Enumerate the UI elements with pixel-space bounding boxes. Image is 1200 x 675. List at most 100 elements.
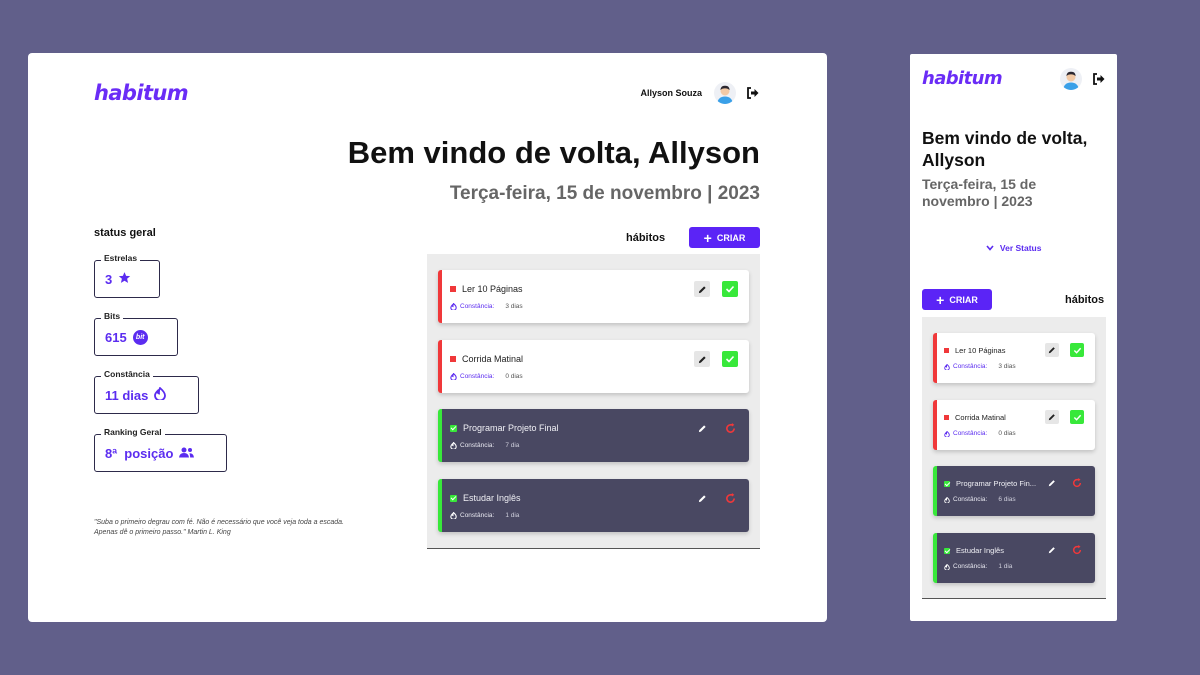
constancy-days: 0 dias: [998, 430, 1016, 437]
edit-button[interactable]: [694, 351, 710, 367]
mobile-view: habitum Bem vindo de volta, Allyson Terç…: [910, 54, 1117, 621]
refresh-icon: [725, 422, 735, 433]
logout-icon[interactable]: [746, 86, 760, 100]
complete-button[interactable]: [1070, 410, 1084, 424]
pencil-icon: [1048, 414, 1055, 421]
brand-logo[interactable]: habitum: [94, 81, 189, 105]
create-label: CRIAR: [949, 294, 978, 305]
brand-logo[interactable]: habitum: [922, 68, 1003, 89]
habit-title: Programar Projeto Final: [463, 423, 559, 433]
constancy-label: Constância:: [460, 303, 495, 310]
habit-title: Ler 10 Páginas: [462, 284, 523, 294]
edit-button[interactable]: [1045, 476, 1059, 490]
pending-square-icon: [450, 356, 456, 362]
habit-title-row: Estudar Inglês: [450, 493, 521, 503]
stat-label: Estrelas: [101, 253, 141, 263]
habit-card[interactable]: Ler 10 Páginas Constância: 3 dias: [933, 333, 1095, 383]
flame-icon: [944, 430, 950, 437]
undo-button[interactable]: [722, 420, 738, 436]
habit-title: Corrida Matinal: [462, 354, 524, 364]
constancy-label: Constância:: [953, 563, 988, 570]
flame-icon: [450, 512, 457, 519]
edit-button[interactable]: [1045, 410, 1059, 424]
complete-button[interactable]: [1070, 343, 1084, 357]
constancy-label: Constância:: [953, 430, 988, 437]
constancy-label: Constância:: [460, 442, 495, 449]
edit-button[interactable]: [694, 420, 710, 436]
habit-title-row: Programar Projeto Fin...: [944, 479, 1036, 488]
pencil-icon: [1048, 480, 1055, 487]
ver-status-toggle[interactable]: Ver Status: [910, 243, 1117, 253]
check-icon: [1073, 347, 1081, 354]
stat-value: 615: [105, 329, 127, 345]
habit-card[interactable]: Ler 10 Páginas Constância: 3 dias: [438, 270, 749, 323]
logout-icon[interactable]: [1092, 72, 1106, 86]
habit-title-row: Estudar Inglês: [944, 546, 1004, 555]
constancy-label: Constância:: [460, 512, 495, 519]
avatar[interactable]: [1060, 68, 1082, 90]
habits-list[interactable]: Ler 10 Páginas Constância: 3 dias Corrid…: [922, 317, 1106, 599]
done-check-icon: [944, 480, 950, 487]
constancy-days: 0 dias: [505, 373, 523, 380]
habit-card[interactable]: Corrida Matinal Constância: 0 dias: [438, 340, 749, 393]
undo-button[interactable]: [1070, 476, 1084, 490]
habit-title-row: Corrida Matinal: [944, 413, 1006, 422]
habit-constancy: Constância: 3 dias: [944, 363, 1016, 370]
pending-square-icon: [944, 348, 949, 353]
habit-card[interactable]: Programar Projeto Fin... Constância: 6 d…: [933, 466, 1095, 516]
stat-card-estrelas: Estrelas 3: [94, 253, 160, 298]
bit-coin-icon: bit: [132, 329, 148, 345]
stat-value: 8ª posição: [105, 445, 174, 461]
edit-button[interactable]: [694, 281, 710, 297]
pencil-icon: [698, 285, 706, 293]
constancy-label: Constância:: [460, 373, 495, 380]
undo-button[interactable]: [722, 490, 738, 506]
habit-constancy: Constância: 0 dias: [944, 430, 1016, 437]
habit-constancy: Constância: 6 dias: [944, 496, 1016, 503]
habit-card[interactable]: Estudar Inglês Constância: 1 dia: [933, 533, 1095, 583]
check-icon: [725, 285, 735, 293]
check-icon: [725, 355, 735, 363]
edit-button[interactable]: [694, 490, 710, 506]
chevron-down-icon: [985, 243, 994, 253]
habit-constancy: Constância: 3 dias: [450, 303, 523, 310]
done-check-icon: [944, 547, 950, 554]
users-icon: [179, 446, 195, 461]
pencil-icon: [698, 355, 706, 363]
habit-title-row: Ler 10 Páginas: [944, 346, 1005, 355]
habit-card[interactable]: Corrida Matinal Constância: 0 dias: [933, 400, 1095, 450]
habit-card[interactable]: Estudar Inglês Constância: 1 dia: [438, 479, 749, 532]
flame-icon: [450, 442, 457, 449]
pencil-icon: [1048, 547, 1055, 554]
edit-button[interactable]: [1045, 543, 1059, 557]
avatar[interactable]: [714, 82, 736, 104]
flame-icon: [154, 386, 167, 403]
complete-button[interactable]: [722, 281, 738, 297]
habit-constancy: Constância: 1 dia: [944, 563, 1012, 570]
habit-title-row: Programar Projeto Final: [450, 423, 559, 433]
create-habit-button[interactable]: + CRIAR: [922, 289, 992, 310]
star-icon: [118, 271, 131, 287]
habit-constancy: Constância: 1 dia: [450, 512, 519, 519]
habit-card[interactable]: Programar Projeto Final Constância: 7 di…: [438, 409, 749, 462]
flame-icon: [944, 563, 950, 570]
flame-icon: [944, 496, 950, 503]
habits-title: hábitos: [626, 232, 666, 244]
stat-label: Ranking Geral: [101, 427, 165, 437]
pencil-icon: [1048, 347, 1055, 354]
stat-value: 11 dias: [105, 387, 149, 403]
habit-title-row: Ler 10 Páginas: [450, 284, 523, 294]
stat-card-constancia: Constância 11 dias: [94, 369, 199, 414]
habit-constancy: Constância: 7 dia: [450, 442, 519, 449]
constancy-label: Constância:: [953, 496, 988, 503]
refresh-icon: [1072, 478, 1082, 488]
complete-button[interactable]: [722, 351, 738, 367]
done-check-icon: [450, 494, 457, 502]
habits-list[interactable]: Ler 10 Páginas Constância: 3 dias Corrid…: [427, 254, 760, 549]
stat-card-bits: Bits 615 bit: [94, 311, 178, 356]
edit-button[interactable]: [1045, 343, 1059, 357]
habit-title: Programar Projeto Fin...: [956, 479, 1037, 488]
create-habit-button[interactable]: + CRIAR: [689, 227, 760, 248]
welcome-heading: Bem vindo de volta, Allyson: [922, 128, 1088, 170]
undo-button[interactable]: [1070, 543, 1084, 557]
